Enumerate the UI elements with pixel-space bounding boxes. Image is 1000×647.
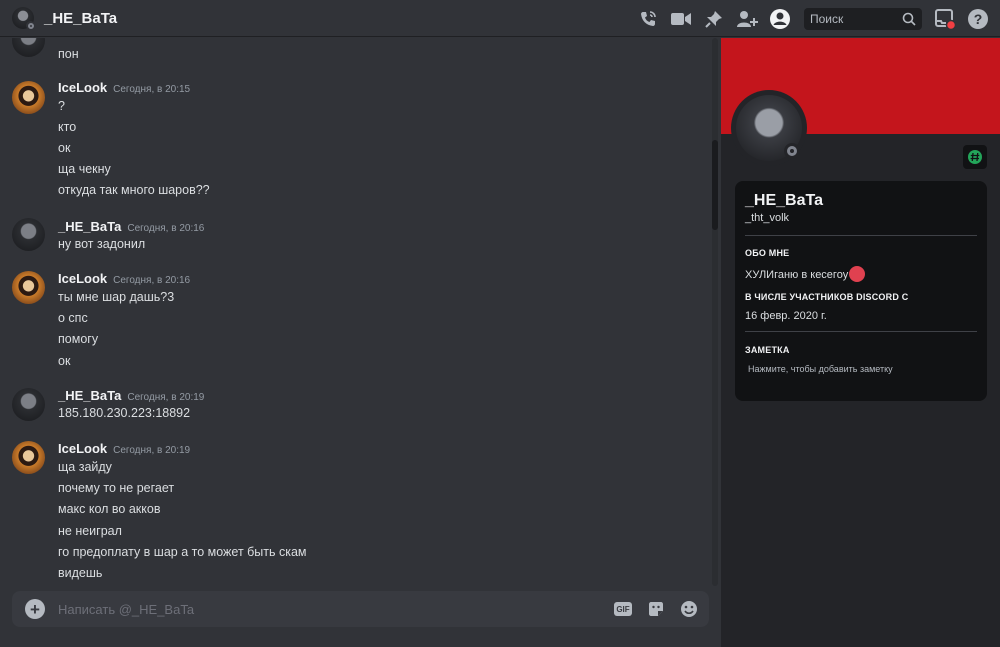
help-icon[interactable]: ? xyxy=(967,8,989,30)
message-composer: + GIF xyxy=(12,591,709,627)
message-timestamp: Сегодня, в 20:19 xyxy=(127,392,205,403)
avatar[interactable] xyxy=(12,271,45,304)
angry-face-icon xyxy=(849,266,866,282)
about-text: ХУЛИганю в кесегоу xyxy=(745,266,866,283)
message-line: ща зайду xyxy=(58,460,112,474)
svg-text:?: ? xyxy=(974,11,983,27)
message-line: ? xyxy=(58,99,65,113)
message-timestamp: Сегодня, в 20:19 xyxy=(113,445,191,456)
author-name[interactable]: _HE_BaTa xyxy=(58,219,121,234)
profile-username[interactable]: _tht_volk xyxy=(745,212,789,224)
message-line: не неиграл xyxy=(58,524,122,538)
message-line: откуда так много шаров?? xyxy=(58,183,210,197)
channel-header: _HE_BaTa Поиск ? xyxy=(0,0,1000,37)
author-name[interactable]: IceLook xyxy=(58,441,107,456)
discord-window: _HE_BaTa Поиск ? пон IceLook Сегодня, в … xyxy=(0,0,1000,647)
author-name[interactable]: _HE_BaTa xyxy=(58,388,121,403)
avatar[interactable] xyxy=(12,441,45,474)
divider xyxy=(745,331,977,332)
member-since-date: 16 февр. 2020 г. xyxy=(745,310,827,322)
message-input[interactable] xyxy=(58,601,578,617)
message-line: ща чекну xyxy=(58,162,111,176)
hashtag-badge-icon[interactable] xyxy=(963,145,987,169)
message-line: ок xyxy=(58,141,71,155)
message-line: 185.180.230.223:18892 xyxy=(58,406,191,420)
message-line: помогу xyxy=(58,332,99,346)
message-timestamp: Сегодня, в 20:16 xyxy=(127,223,205,234)
user-profile-panel: _HE_BaTa _tht_volk ОБО МНЕ ХУЛИганю в ке… xyxy=(721,38,1000,647)
scrollbar-track[interactable] xyxy=(712,38,718,586)
message-line: ну вот задонил xyxy=(58,237,146,251)
message-line: ок xyxy=(58,354,71,368)
search-box[interactable] xyxy=(804,7,922,31)
add-friend-icon[interactable] xyxy=(736,8,758,30)
phone-call-icon[interactable] xyxy=(637,8,659,30)
gif-icon[interactable]: GIF xyxy=(613,599,633,619)
header-toolbar: ? xyxy=(637,0,1000,37)
message-timestamp: Сегодня, в 20:15 xyxy=(113,84,191,95)
avatar[interactable] xyxy=(12,81,45,114)
author-name[interactable]: IceLook xyxy=(58,271,107,286)
avatar[interactable] xyxy=(12,218,45,251)
message-line: кто xyxy=(58,120,77,134)
composer-tools: GIF xyxy=(600,599,699,619)
search-icon xyxy=(902,12,916,31)
author-name[interactable]: IceLook xyxy=(58,80,107,95)
scrollbar-thumb[interactable] xyxy=(712,140,718,230)
message-line: о спс xyxy=(58,311,88,325)
note-input[interactable]: Нажмите, чтобы добавить заметку xyxy=(748,364,893,374)
emoji-icon[interactable] xyxy=(679,599,699,619)
inbox-icon[interactable] xyxy=(934,8,956,30)
profile-display-name[interactable]: _HE_BaTa xyxy=(745,192,823,210)
message-line: ты мне шар дашь?3 xyxy=(58,290,175,304)
member-since-heading: В ЧИСЛЕ УЧАСТНИКОВ DISCORD С xyxy=(745,292,909,302)
about-heading: ОБО МНЕ xyxy=(745,248,790,258)
add-attachment-icon[interactable]: + xyxy=(25,599,45,619)
video-call-icon[interactable] xyxy=(670,8,692,30)
header-avatar[interactable] xyxy=(12,7,35,30)
avatar[interactable] xyxy=(12,38,45,57)
sticker-icon[interactable] xyxy=(646,599,666,619)
header-title: _HE_BaTa xyxy=(44,9,118,27)
pin-icon[interactable] xyxy=(703,8,725,30)
message-line: видешь xyxy=(58,566,103,580)
avatar[interactable] xyxy=(12,388,45,421)
message-line: пон xyxy=(58,47,79,61)
user-profile-icon[interactable] xyxy=(769,8,791,30)
divider xyxy=(745,235,977,236)
profile-card: _HE_BaTa _tht_volk ОБО МНЕ ХУЛИганю в ке… xyxy=(735,181,987,401)
message-list: пон IceLook Сегодня, в 20:15 ? кто ок ща … xyxy=(0,38,720,598)
message-timestamp: Сегодня, в 20:16 xyxy=(113,275,191,286)
gif-label: GIF xyxy=(614,602,632,616)
message-line: макс кол во акков xyxy=(58,502,161,516)
note-heading: ЗАМЕТКА xyxy=(745,345,790,355)
status-offline-icon xyxy=(784,143,800,159)
search-input[interactable] xyxy=(810,11,900,26)
message-line: почему то не регает xyxy=(58,481,175,495)
message-line: го предоплату в шар а то может быть скам xyxy=(58,545,307,559)
